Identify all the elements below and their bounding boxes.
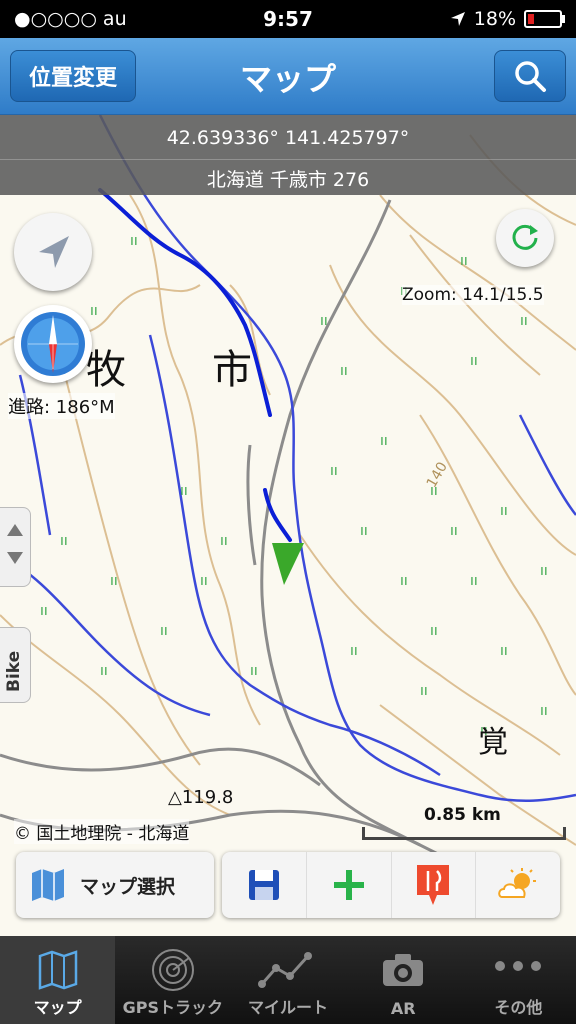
save-button[interactable] [222,852,307,918]
camera-icon [383,954,424,986]
bike-tab-label: Bike [4,650,24,692]
status-bar: ●○○○○ au 9:57 18% [0,0,576,38]
svg-text:ıı: ıı [540,563,548,579]
refresh-icon [512,224,538,250]
bike-tab[interactable]: Bike [0,627,31,703]
svg-text:ıı: ıı [350,643,358,659]
restaurant-button[interactable] [392,852,477,918]
add-button[interactable] [307,852,392,918]
locate-button[interactable] [14,213,92,291]
weather-icon [498,868,537,898]
weather-button[interactable] [476,852,560,918]
tab-my-route[interactable]: マイルート [230,936,345,1024]
scale-bar [362,827,566,840]
page-title: マップ [239,60,336,98]
svg-text:ıı: ıı [460,253,468,269]
svg-text:ıı: ıı [520,313,528,329]
svg-text:ıı: ıı [500,503,508,519]
svg-text:ıı: ıı [60,533,68,549]
svg-text:ıı: ıı [470,353,478,369]
route-icon [258,952,312,988]
status-right: 18% [450,8,565,30]
location-services-icon [450,12,465,26]
tab-label: GPSトラック [122,998,223,1017]
svg-text:ıı: ıı [320,313,328,329]
svg-text:ıı: ıı [100,663,108,679]
address: 北海道 千歳市 276 [206,169,370,191]
svg-text:ıı: ıı [340,363,348,379]
map-view[interactable]: ıı ıı ıı ıı ıı ıı ıı ıı ıı ıı ıı ıı ıı ıı ıı ıı ıı ı… [0,114,576,936]
add-icon [333,870,364,900]
divider [0,159,576,160]
svg-text:ıı: ıı [470,573,478,589]
svg-text:ıı: ıı [40,603,48,619]
save-icon [248,870,279,900]
tab-ar[interactable]: AR [346,936,461,1024]
up-down-arrows-icon [7,524,23,564]
svg-text:ıı: ıı [430,623,438,639]
search-icon [515,61,546,92]
map-kanji-label: 市 [212,347,252,393]
tab-bar: マップ GPSトラック マイルート AR その他 [0,936,576,1024]
location-arrow-icon [39,236,69,268]
scale-label: 0.85 km [424,805,501,825]
tab-label: その他 [494,998,543,1017]
nav-bar: 位置変更 マップ [0,38,576,115]
svg-text:ıı: ıı [360,523,368,539]
svg-text:ıı: ıı [200,573,208,589]
coordinate-bar: 42.639336° 141.425797° 北海道 千歳市 276 [0,115,576,195]
tab-label: AR [390,999,416,1018]
svg-text:ıı: ıı [380,433,388,449]
svg-text:ıı: ıı [180,483,188,499]
svg-text:ıı: ıı [500,643,508,659]
map-kanji-label: 覚 [478,725,508,760]
tab-gps-track[interactable]: GPSトラック [115,936,230,1024]
refresh-button[interactable] [496,209,554,267]
svg-text:ıı: ıı [130,233,138,249]
heading-readout: 進路: 186°M [8,393,115,419]
tab-more[interactable]: その他 [461,936,576,1024]
copyright-text: © 国土地理院 - 北海道 [14,819,190,844]
tab-label: マップ [33,998,82,1017]
zoom-level: Zoom: 14.1/15.5 [402,285,544,305]
svg-text:ıı: ıı [250,663,258,679]
map-icon [38,950,77,990]
map-icon [32,869,64,901]
tab-map[interactable]: マップ [0,936,116,1024]
svg-text:ıı: ıı [400,573,408,589]
map-kanji-label: 牧 [86,347,126,393]
tab-label: マイルート [248,998,329,1017]
summit-label: △119.8 [168,787,234,808]
restaurant-icon [417,865,450,905]
svg-text:ıı: ıı [330,463,338,479]
battery-icon [524,10,565,28]
action-toolbar [222,852,560,918]
map-select-button[interactable]: マップ選択 [16,852,214,918]
svg-text:ıı: ıı [220,533,228,549]
compass-button[interactable] [14,305,92,383]
svg-text:ıı: ıı [160,623,168,639]
compass-icon [21,312,85,376]
svg-text:ıı: ıı [450,523,458,539]
svg-text:ıı: ıı [90,303,98,319]
svg-text:ıı: ıı [110,573,118,589]
lat-lon: 42.639336° 141.425797° [166,127,410,149]
panel-toggle-tab[interactable] [0,507,31,587]
svg-text:ıı: ıı [420,683,428,699]
search-button[interactable] [494,50,566,102]
battery-percent: 18% [473,8,516,30]
more-icon [495,961,542,971]
map-select-label: マップ選択 [80,875,176,898]
radar-icon [151,949,194,991]
svg-text:ıı: ıı [540,703,548,719]
